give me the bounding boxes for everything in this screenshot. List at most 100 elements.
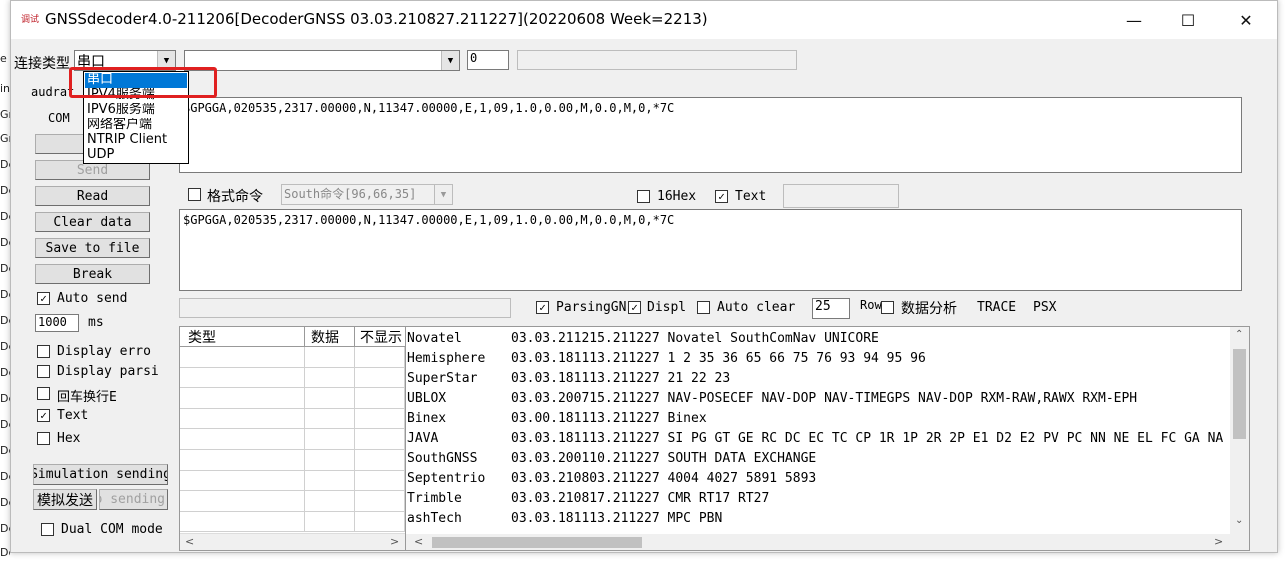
data-analysis-checkbox[interactable]	[881, 301, 894, 314]
table-cell[interactable]	[305, 347, 355, 368]
connection-option[interactable]: 网络客户端	[85, 118, 187, 133]
scroll-thumb[interactable]	[1233, 349, 1246, 439]
decoder-info: 03.03.181113.211227 1 2 35 36 65 66 75 7…	[511, 351, 926, 366]
table-cell[interactable]	[305, 491, 355, 512]
table-cell[interactable]	[355, 347, 405, 368]
interval-input[interactable]: 1000	[35, 314, 79, 332]
table-header-data[interactable]: 数据	[305, 327, 355, 347]
simulation-sending-button[interactable]: Simulation sending	[33, 464, 168, 485]
table-header-hide[interactable]: 不显示	[355, 327, 407, 347]
clear-data-button[interactable]: Clear data	[35, 212, 150, 232]
display-checkbox[interactable]: ✓	[628, 301, 641, 314]
scroll-left-icon[interactable]: <	[185, 535, 194, 548]
connection-option[interactable]: UDP	[85, 148, 187, 163]
table-cell[interactable]	[180, 450, 305, 471]
table-cell[interactable]	[180, 429, 305, 450]
background-text-fragment: De	[0, 158, 10, 171]
table-cell[interactable]	[355, 511, 405, 533]
table-cell[interactable]	[355, 367, 405, 389]
background-text-fragment: De	[0, 546, 10, 559]
parsing-checkbox[interactable]: ✓	[536, 301, 549, 314]
decoder-list[interactable]: Novatel 03.03.211215.211227 Novatel South…	[405, 326, 1250, 551]
minimize-icon[interactable]: —	[1105, 1, 1163, 39]
display-parsing-label: Display parsing	[57, 364, 159, 379]
save-to-file-button[interactable]: Save to file	[35, 238, 150, 258]
auto-clear-checkbox[interactable]	[697, 301, 710, 314]
background-text-fragment: De	[0, 496, 10, 509]
chevron-down-icon[interactable]: ▼	[434, 185, 452, 204]
send-text-area[interactable]: $GPGGA,020535,2317.00000,N,11347.00000,E…	[179, 209, 1242, 291]
table-cell[interactable]	[355, 429, 405, 450]
dual-com-checkbox[interactable]	[41, 523, 54, 536]
command-select[interactable]: South命令[96,66,35] ▼	[281, 184, 453, 205]
scroll-right-icon[interactable]: >	[1214, 535, 1223, 548]
stop-sending-button[interactable]: Stop sending	[99, 489, 168, 510]
table-cell[interactable]	[180, 367, 305, 389]
table-cell[interactable]	[180, 388, 305, 409]
table-cell[interactable]	[180, 347, 305, 368]
table-cell[interactable]	[180, 408, 305, 430]
rows-input[interactable]: 25	[812, 298, 850, 319]
hex16-checkbox[interactable]	[637, 190, 650, 203]
hex-checkbox[interactable]	[37, 432, 50, 445]
break-button[interactable]: Break	[35, 264, 150, 284]
trace-label[interactable]: TRACE	[977, 300, 1016, 315]
table-header-type[interactable]: 类型	[180, 327, 305, 347]
background-text-fragment: De	[0, 210, 10, 223]
decoder-info: 03.03.210803.211227 4004 4027 5891 5893	[511, 471, 817, 486]
table-cell[interactable]	[180, 491, 305, 512]
table-cell[interactable]	[305, 429, 355, 450]
table-cell[interactable]	[305, 388, 355, 409]
scroll-left-icon[interactable]: <	[414, 535, 423, 548]
decoder-name: ashTech	[407, 511, 462, 526]
table-cell[interactable]	[305, 408, 355, 430]
read-button[interactable]: Read	[35, 186, 150, 206]
table-cell[interactable]	[180, 470, 305, 492]
format-command-checkbox[interactable]	[188, 188, 201, 201]
decoder-info: 03.03.211215.211227 Novatel SouthComNav …	[511, 331, 879, 346]
table-cell[interactable]	[355, 491, 405, 512]
table-cell[interactable]	[355, 388, 405, 409]
table-cell[interactable]	[355, 470, 405, 492]
table-cell[interactable]	[305, 450, 355, 471]
title-bar[interactable]: 调试 GNSSdecoder4.0-211206[DecoderGNSS 03.…	[11, 1, 1277, 39]
port-select[interactable]: ▼	[184, 50, 460, 71]
table-cell[interactable]	[305, 470, 355, 492]
table-cell[interactable]	[355, 450, 405, 471]
counter-field[interactable]: 0	[467, 50, 509, 70]
chevron-down-icon[interactable]: ▼	[441, 51, 459, 70]
command-text-checkbox[interactable]: ✓	[715, 190, 728, 203]
table-cell[interactable]	[305, 367, 355, 389]
psx-label[interactable]: PSX	[1033, 300, 1056, 315]
scroll-thumb[interactable]	[432, 537, 642, 548]
baudrate-label: audrat	[31, 85, 75, 99]
table-cell[interactable]	[355, 408, 405, 430]
connection-type-label: 连接类型	[14, 56, 70, 72]
scroll-right-icon[interactable]: >	[390, 535, 399, 548]
text-checkbox[interactable]: ✓	[37, 409, 50, 422]
decoder-list-body: Novatel 03.03.211215.211227 Novatel South…	[407, 331, 1229, 531]
display-error-checkbox[interactable]	[37, 345, 50, 358]
maximize-icon[interactable]: ☐	[1159, 1, 1217, 39]
table-cell[interactable]	[305, 511, 355, 533]
horizontal-scrollbar[interactable]: < >	[180, 533, 405, 550]
vertical-scrollbar[interactable]: ⌃ ⌄	[1230, 327, 1249, 534]
crlf-checkbox[interactable]	[37, 387, 50, 400]
simulate-send-button[interactable]: 模拟发送	[33, 489, 97, 510]
scroll-down-icon[interactable]: ⌄	[1235, 515, 1243, 526]
scroll-up-icon[interactable]: ⌃	[1235, 329, 1243, 340]
background-text-fragment: De	[0, 314, 10, 327]
display-parsing-checkbox[interactable]	[37, 365, 50, 378]
connection-option[interactable]: IPV6服务端	[85, 103, 187, 118]
text-label: Text	[57, 408, 89, 423]
horizontal-scrollbar[interactable]: < >	[406, 534, 1249, 550]
receive-text-area[interactable]: $GPGGA,020535,2317.00000,N,11347.00000,E…	[179, 97, 1242, 173]
connection-option[interactable]: NTRIP Client	[85, 133, 187, 148]
close-icon[interactable]: ✕	[1217, 1, 1275, 39]
table-cell[interactable]	[180, 511, 305, 533]
table-body[interactable]	[180, 347, 405, 533]
auto-send-checkbox[interactable]: ✓	[37, 292, 50, 305]
annotation-highlight-box	[69, 67, 217, 98]
type-table[interactable]: 类型 数据 不显示 < >	[179, 326, 407, 551]
decoder-info: 03.03.181113.211227 MPC PBN	[511, 511, 723, 526]
